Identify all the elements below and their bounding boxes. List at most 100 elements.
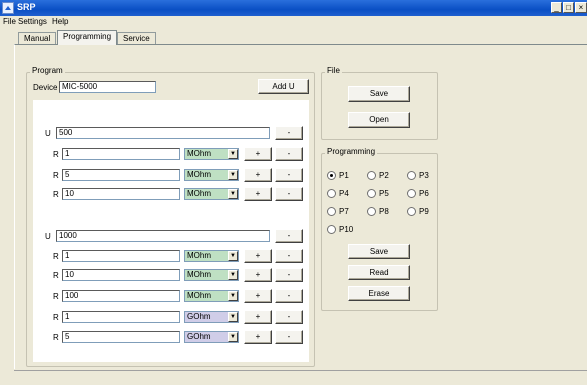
radio-p3-label: P3	[419, 171, 429, 180]
add-r-button[interactable]: +	[244, 330, 272, 344]
radio-p1-label: P1	[339, 171, 349, 180]
unit-select-value: MOhm	[187, 149, 211, 158]
radio-p5[interactable]	[367, 189, 376, 198]
program-group-caption: Program	[30, 66, 65, 75]
dropdown-arrow-icon[interactable]: ▼	[228, 312, 238, 322]
add-r-button[interactable]: +	[244, 168, 272, 182]
unit-select[interactable]: GOhm ▼	[184, 331, 239, 343]
tab-manual[interactable]: Manual	[18, 32, 57, 44]
dropdown-arrow-icon[interactable]: ▼	[228, 251, 238, 261]
r-value-input[interactable]: 1	[62, 250, 180, 262]
radio-p9-label: P9	[419, 207, 429, 216]
title-bar[interactable]: SRP _ □ ×	[0, 0, 587, 16]
r-label: R	[53, 252, 59, 261]
radio-p4-label: P4	[339, 189, 349, 198]
remove-u-button[interactable]: -	[275, 229, 303, 243]
u-value-input[interactable]: 1000	[56, 230, 270, 242]
close-icon: ×	[578, 3, 584, 12]
remove-u-button[interactable]: -	[275, 126, 303, 140]
add-r-button[interactable]: +	[244, 147, 272, 161]
r-value-input[interactable]: 1	[62, 148, 180, 160]
add-r-button[interactable]: +	[244, 289, 272, 303]
program-save-button[interactable]: Save	[348, 244, 410, 259]
radio-p9[interactable]	[407, 207, 416, 216]
tab-service[interactable]: Service	[117, 32, 156, 44]
minimize-icon: _	[554, 3, 559, 12]
unit-select-value: MOhm	[187, 170, 211, 179]
add-r-button[interactable]: +	[244, 310, 272, 324]
unit-select[interactable]: MOhm ▼	[184, 148, 239, 160]
unit-select[interactable]: MOhm ▼	[184, 250, 239, 262]
read-button[interactable]: Read	[348, 265, 410, 280]
programming-group-caption: Programming	[325, 147, 378, 156]
r-label: R	[53, 292, 59, 301]
radio-p4[interactable]	[327, 189, 336, 198]
radio-p8-label: P8	[379, 207, 389, 216]
r-label: R	[53, 313, 59, 322]
unit-select[interactable]: GOhm ▼	[184, 311, 239, 323]
r-value-input[interactable]: 5	[62, 331, 180, 343]
file-group-caption: File	[325, 66, 342, 75]
device-input[interactable]: MIC-5000	[59, 81, 156, 93]
unit-select-value: MOhm	[187, 270, 211, 279]
dropdown-arrow-icon[interactable]: ▼	[228, 332, 238, 342]
remove-r-button[interactable]: -	[275, 249, 303, 263]
add-r-button[interactable]: +	[244, 249, 272, 263]
device-label: Device	[33, 83, 58, 92]
r-label: R	[53, 333, 59, 342]
unit-select[interactable]: MOhm ▼	[184, 269, 239, 281]
radio-p3[interactable]	[407, 171, 416, 180]
remove-r-button[interactable]: -	[275, 187, 303, 201]
erase-button[interactable]: Erase	[348, 286, 410, 301]
close-button[interactable]: ×	[575, 2, 587, 13]
unit-select-value: MOhm	[187, 251, 211, 260]
menu-settings[interactable]: Settings	[18, 17, 47, 26]
menu-file[interactable]: File	[3, 17, 16, 26]
radio-p2-label: P2	[379, 171, 389, 180]
r-value-input[interactable]: 10	[62, 269, 180, 281]
dropdown-arrow-icon[interactable]: ▼	[228, 270, 238, 280]
u-value-input[interactable]: 500	[56, 127, 270, 139]
dropdown-arrow-icon[interactable]: ▼	[228, 189, 238, 199]
remove-r-button[interactable]: -	[275, 289, 303, 303]
radio-p7-label: P7	[339, 207, 349, 216]
status-bar-divider	[14, 370, 587, 371]
r-value-input[interactable]: 10	[62, 188, 180, 200]
remove-r-button[interactable]: -	[275, 310, 303, 324]
maximize-button[interactable]: □	[563, 2, 574, 13]
unit-select[interactable]: MOhm ▼	[184, 290, 239, 302]
maximize-icon: □	[566, 3, 571, 12]
radio-p8[interactable]	[367, 207, 376, 216]
r-value-input[interactable]: 1	[62, 311, 180, 323]
unit-select-value: MOhm	[187, 189, 211, 198]
unit-select-value: GOhm	[187, 332, 211, 341]
r-label: R	[53, 271, 59, 280]
remove-r-button[interactable]: -	[275, 168, 303, 182]
add-r-button[interactable]: +	[244, 187, 272, 201]
dropdown-arrow-icon[interactable]: ▼	[228, 170, 238, 180]
radio-p6[interactable]	[407, 189, 416, 198]
dropdown-arrow-icon[interactable]: ▼	[228, 291, 238, 301]
radio-p10-label: P10	[339, 225, 354, 234]
radio-p2[interactable]	[367, 171, 376, 180]
minimize-button[interactable]: _	[551, 2, 562, 13]
radio-p10[interactable]	[327, 225, 336, 234]
u-label: U	[45, 129, 51, 138]
radio-p7[interactable]	[327, 207, 336, 216]
file-save-button[interactable]: Save	[348, 86, 410, 102]
remove-r-button[interactable]: -	[275, 147, 303, 161]
tab-programming[interactable]: Programming	[57, 30, 118, 45]
dropdown-arrow-icon[interactable]: ▼	[228, 149, 238, 159]
remove-r-button[interactable]: -	[275, 330, 303, 344]
app-icon	[2, 2, 14, 14]
add-r-button[interactable]: +	[244, 268, 272, 282]
menu-help[interactable]: Help	[52, 17, 68, 26]
r-value-input[interactable]: 100	[62, 290, 180, 302]
unit-select[interactable]: MOhm ▼	[184, 188, 239, 200]
add-u-button[interactable]: Add U	[258, 79, 309, 94]
r-value-input[interactable]: 5	[62, 169, 180, 181]
radio-p1[interactable]	[327, 171, 336, 180]
remove-r-button[interactable]: -	[275, 268, 303, 282]
file-open-button[interactable]: Open	[348, 112, 410, 128]
unit-select[interactable]: MOhm ▼	[184, 169, 239, 181]
